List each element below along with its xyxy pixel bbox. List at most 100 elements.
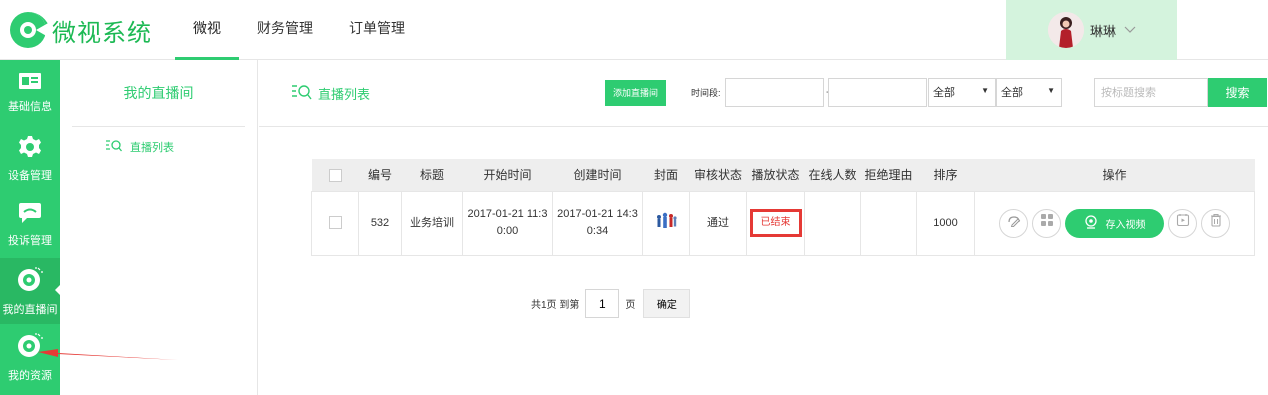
page-title: 直播列表 xyxy=(292,84,370,103)
sidebar-item-label: 基础信息 xyxy=(8,100,52,113)
sidebar-item-basic-info[interactable]: 基础信息 xyxy=(0,60,60,126)
id-card-icon xyxy=(19,72,41,92)
row-checkbox[interactable] xyxy=(328,216,342,230)
sidebar-item-label: 设备管理 xyxy=(8,169,52,182)
nav-orders[interactable]: 订单管理 xyxy=(331,0,423,60)
status-select-2[interactable]: 全部 ▼ xyxy=(996,78,1062,107)
edit-button[interactable] xyxy=(999,208,1028,238)
column-header: 开始时间 xyxy=(462,159,553,191)
status-badge: 已结束 xyxy=(749,209,802,237)
top-nav: 微视 财务管理 订单管理 xyxy=(175,0,423,60)
cell-online-count xyxy=(804,190,861,256)
nav-weishi[interactable]: 微视 xyxy=(175,0,239,60)
column-header: 封面 xyxy=(642,159,690,191)
column-header: 编号 xyxy=(358,159,402,191)
pager-suffix: 页 xyxy=(625,300,636,311)
submenu: 我的直播间 直播列表 xyxy=(60,60,258,395)
sidebar-item-live-room[interactable]: 我的直播间 xyxy=(0,258,61,324)
row-actions: 存入视频 xyxy=(975,208,1254,238)
video-save-icon xyxy=(1084,214,1106,232)
row-checkbox-cell xyxy=(311,190,359,256)
message-icon xyxy=(19,202,41,226)
toolbar: 直播列表 添加直播间 时间段: - 全部 ▼ 全部 ▼ 搜索 xyxy=(259,60,1268,127)
add-live-room-button[interactable]: 添加直播间 xyxy=(605,80,666,106)
title-search-input[interactable] xyxy=(1094,78,1208,107)
avatar xyxy=(1048,12,1084,48)
cell-id: 532 xyxy=(358,190,402,256)
grid-button[interactable] xyxy=(1032,208,1061,238)
delete-button[interactable] xyxy=(1201,208,1230,238)
edit-icon xyxy=(1007,213,1021,233)
nav-finance[interactable]: 财务管理 xyxy=(239,0,331,60)
cell-reject-reason xyxy=(860,190,917,256)
trash-icon xyxy=(1209,213,1223,233)
table-header-row: 编号 标题 开始时间 创建时间 封面 审核状态 播放状态 在线人数 拒绝理由 排… xyxy=(311,159,1255,191)
play-icon xyxy=(1176,213,1190,233)
column-header: 排序 xyxy=(916,159,975,191)
select-value: 全部 xyxy=(933,87,955,99)
cell-create-time: 2017-01-21 14:3 0:34 xyxy=(552,190,643,256)
gear-icon xyxy=(19,135,41,161)
logo-icon xyxy=(6,10,50,50)
live-room-icon xyxy=(17,266,43,295)
live-list-table: 编号 标题 开始时间 创建时间 封面 审核状态 播放状态 在线人数 拒绝理由 排… xyxy=(311,159,1255,256)
go-page-button[interactable]: 确定 xyxy=(643,289,691,318)
sidebar-item-complaints[interactable]: 投诉管理 xyxy=(0,192,60,258)
create-time-line2: 0:34 xyxy=(586,225,609,237)
main-sidebar: 基础信息 设备管理 投诉管理 我的直播间 我的资源 xyxy=(0,60,61,395)
search-button[interactable]: 搜索 xyxy=(1208,78,1267,107)
column-header: 操作 xyxy=(974,159,1255,191)
cell-actions: 存入视频 xyxy=(974,190,1255,256)
resource-icon xyxy=(17,332,43,361)
column-header: 创建时间 xyxy=(552,159,643,191)
cell-review-status: 通过 xyxy=(689,190,747,256)
column-header: 标题 xyxy=(401,159,463,191)
list-search-icon xyxy=(106,139,130,155)
sidebar-item-label: 我的直播间 xyxy=(2,303,58,316)
cell-title: 业务培训 xyxy=(401,190,463,256)
pager-prefix: 共1页 到第 xyxy=(531,300,580,311)
select-all-checkbox[interactable] xyxy=(328,168,342,182)
dropdown-arrow-icon: ▼ xyxy=(981,86,989,95)
submenu-item-live-list[interactable]: 直播列表 xyxy=(60,139,257,155)
save-to-video-button[interactable]: 存入视频 xyxy=(1065,208,1164,238)
start-time-line2: 0:00 xyxy=(496,225,519,237)
cell-cover xyxy=(642,190,690,256)
sidebar-item-label: 投诉管理 xyxy=(8,234,52,247)
user-name: 琳琳 xyxy=(1090,23,1117,39)
cell-start-time: 2017-01-21 11:3 0:00 xyxy=(462,190,553,256)
create-time-line1: 2017-01-21 14:3 xyxy=(557,208,638,220)
top-bar: 微视系统 微视 财务管理 订单管理 琳琳 xyxy=(0,0,1268,60)
header-checkbox-cell xyxy=(311,159,359,191)
logo[interactable]: 微视系统 xyxy=(6,10,152,50)
app-name: 微视系统 xyxy=(52,19,152,47)
start-date-input[interactable] xyxy=(725,78,824,107)
user-menu[interactable]: 琳琳 xyxy=(1006,0,1177,60)
play-button[interactable] xyxy=(1168,208,1197,238)
save-to-video-label: 存入视频 xyxy=(1105,219,1146,231)
pagination: 共1页 到第 页 确定 xyxy=(531,289,691,318)
select-value: 全部 xyxy=(1001,87,1023,99)
submenu-item-label: 直播列表 xyxy=(130,142,174,154)
column-header: 在线人数 xyxy=(804,159,861,191)
page-title-text: 直播列表 xyxy=(318,87,371,102)
sidebar-item-resources[interactable]: 我的资源 xyxy=(0,324,60,390)
sidebar-item-label: 我的资源 xyxy=(8,369,52,382)
page-number-input[interactable] xyxy=(585,289,620,318)
end-date-input[interactable] xyxy=(828,78,927,107)
time-range-label: 时间段: xyxy=(691,88,721,98)
list-search-icon xyxy=(292,84,318,103)
column-header: 播放状态 xyxy=(746,159,805,191)
cover-thumbnail[interactable] xyxy=(654,212,678,235)
column-header: 审核状态 xyxy=(689,159,747,191)
submenu-title: 我的直播间 xyxy=(72,60,245,127)
column-header: 拒绝理由 xyxy=(860,159,917,191)
cell-sort: 1000 xyxy=(916,190,975,256)
dropdown-arrow-icon: ▼ xyxy=(1047,86,1055,95)
cell-play-status: 已结束 xyxy=(746,190,805,256)
status-select-1[interactable]: 全部 ▼ xyxy=(928,78,996,107)
table-row: 532 业务培训 2017-01-21 11:3 0:00 2017-01-21… xyxy=(311,190,1255,256)
sidebar-item-devices[interactable]: 设备管理 xyxy=(0,126,60,192)
chevron-down-icon xyxy=(1124,23,1136,37)
grid-icon xyxy=(1040,213,1054,233)
